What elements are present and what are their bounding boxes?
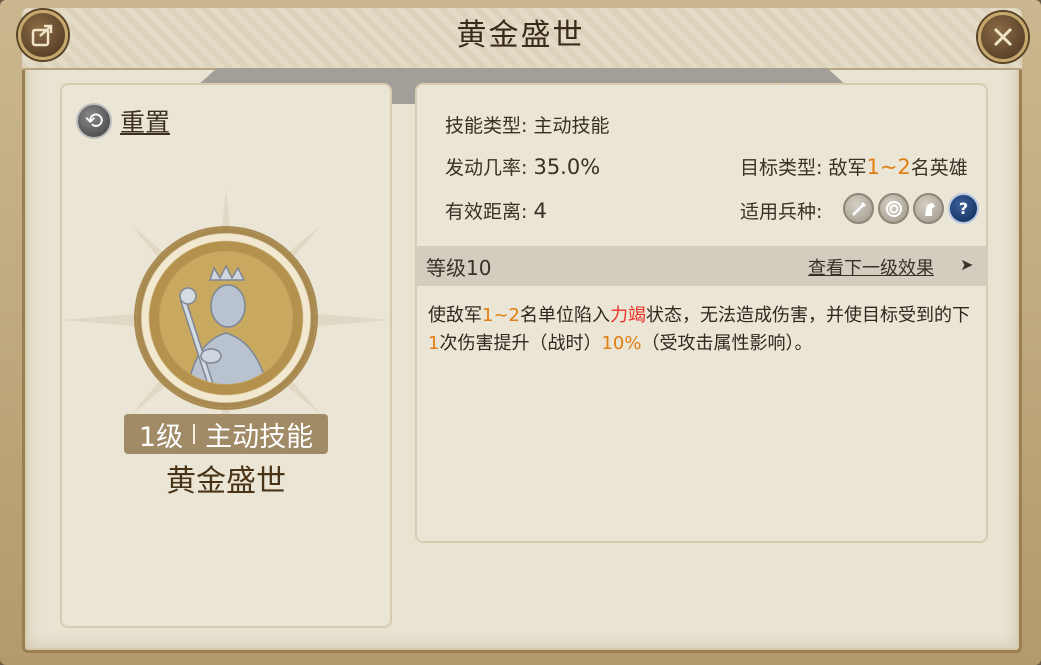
skill-level-tag: 1级 主动技能 [124,414,328,454]
current-level-label: 等级10 [426,256,492,280]
target-type-row: 目标类型: 敌军1~2名英雄 [740,153,968,180]
trigger-rate-row: 发动几率: 35.0% [445,153,600,180]
sword-icon[interactable] [843,193,874,224]
troop-type-row: 适用兵种: [740,197,822,224]
desc-text-2: 名单位陷入 [520,305,610,326]
level-separator [193,424,196,444]
desc-highlight-status[interactable]: 力竭 [610,305,646,326]
king-figure-icon [179,264,272,384]
skill-type-value: 主动技能 [533,115,610,137]
close-icon [993,27,1013,47]
desc-highlight-count: 1 [428,333,440,354]
target-icon[interactable] [878,193,909,224]
horse-icon[interactable] [913,193,944,224]
skill-type-text: 主动技能 [205,421,314,453]
question-icon[interactable]: ? [948,193,979,224]
desc-text-4: 次伤害提升（战时） [439,333,602,354]
desc-highlight-range: 1~2 [482,305,520,326]
skill-type-row: 技能类型: 主动技能 [445,111,609,138]
distance-label: 有效距离: [445,201,528,223]
reset-label: 重置 [120,108,171,137]
troop-type-label: 适用兵种: [740,201,823,223]
desc-highlight-percent: 10% [601,333,642,354]
skill-description: 使敌军1~2名单位陷入力竭状态，无法造成伤害，并使目标受到的下 1次伤害提升（战时… [428,302,973,358]
share-icon [31,24,53,47]
next-level-link[interactable]: 查看下一级效果 [808,254,934,280]
reset-icon: ⟲ [76,103,112,139]
skill-portrait[interactable] [136,228,316,408]
chevron-right-icon[interactable]: ➤ [960,255,973,274]
share-button[interactable] [18,10,68,60]
desc-text-1: 使敌军 [428,305,482,326]
skill-level-text: 1级 [138,421,184,453]
target-suffix: 名英雄 [910,157,968,179]
target-range: 1~2 [866,155,911,179]
skill-name: 黄金盛世 [166,464,286,499]
target-prefix: 敌军 [828,157,867,179]
desc-text-5: （受攻击属性影响）。 [641,333,813,354]
trigger-rate-label: 发动几率: [445,157,528,179]
troop-icons: ? [843,193,979,224]
desc-text-3: 状态，无法造成伤害，并使目标受到的下 [646,305,970,326]
distance-row: 有效距离: 4 [445,197,547,224]
skill-type-label: 技能类型: [445,115,528,137]
reset-button[interactable]: ⟲ 重置 [76,103,170,139]
page-title: 黄金盛世 [456,18,585,53]
trigger-rate-value: 35.0% [533,155,601,179]
close-button[interactable] [978,12,1028,62]
target-type-label: 目标类型: [740,157,823,179]
distance-value: 4 [533,199,547,223]
